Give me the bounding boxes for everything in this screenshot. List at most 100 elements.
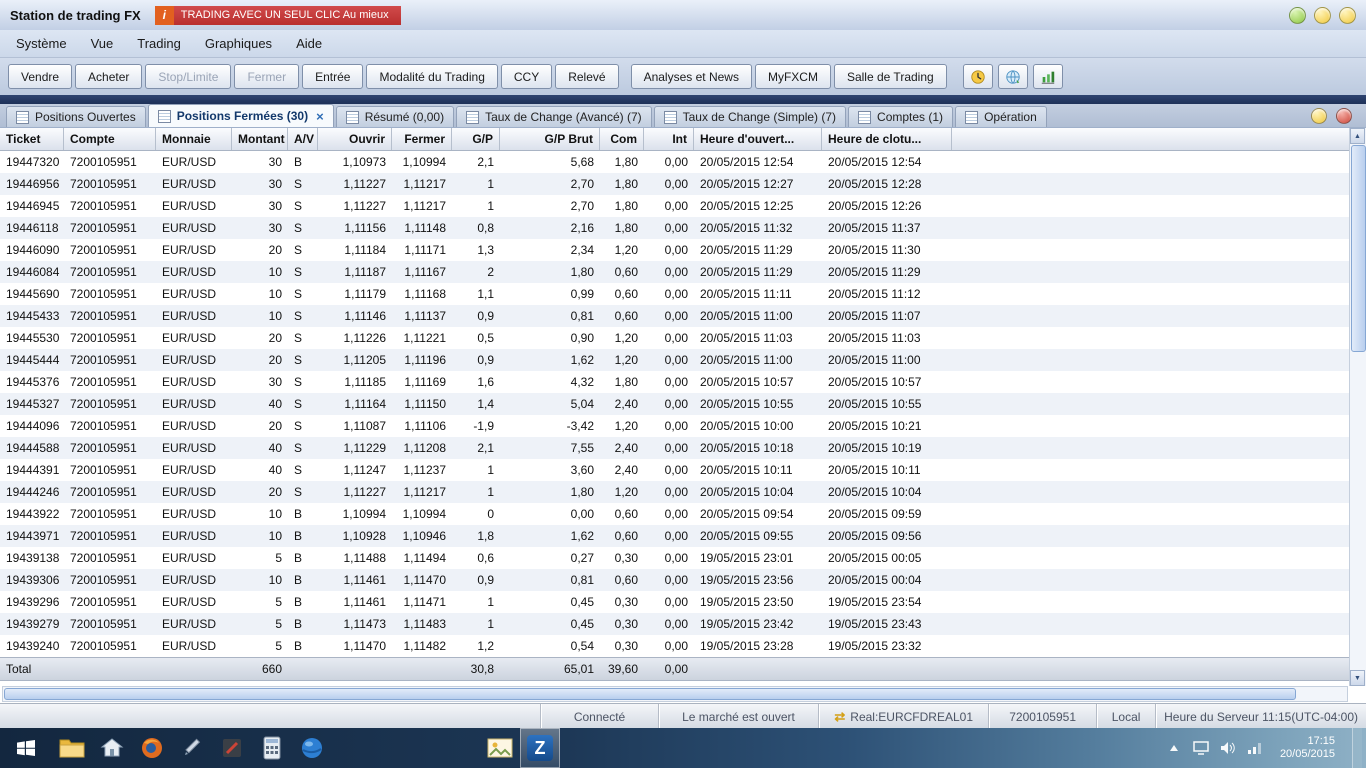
menu-item-trading[interactable]: Trading <box>125 32 193 55</box>
tab-comptes-1[interactable]: Comptes (1) <box>848 106 954 127</box>
column-header-heure-d-ouvert[interactable]: Heure d'ouvert... <box>694 128 822 150</box>
cell: 1 <box>487 617 494 631</box>
toolbar-button-releve[interactable]: Relevé <box>555 64 619 89</box>
tab-positions-ouvertes[interactable]: Positions Ouvertes <box>6 106 146 127</box>
vertical-scroll-thumb[interactable] <box>1351 145 1366 352</box>
table-row[interactable]: 19444588 7200105951 EUR/USD 40 S 1,11229 1,112… <box>0 437 1366 459</box>
column-header-monnaie[interactable]: Monnaie <box>156 128 232 150</box>
cell: 20/05/2015 00:04 <box>828 573 922 587</box>
column-header-compte[interactable]: Compte <box>64 128 156 150</box>
browser-ball-icon[interactable] <box>292 728 332 768</box>
toolbar-button-myfxcm[interactable]: MyFXCM <box>754 64 831 89</box>
calculator-icon[interactable] <box>252 728 292 768</box>
table-row[interactable]: 19443971 7200105951 EUR/USD 10 B 1,10928 1,109… <box>0 525 1366 547</box>
column-header-a-v[interactable]: A/V <box>288 128 318 150</box>
tab-taux-de-change-simple-7[interactable]: Taux de Change (Simple) (7) <box>653 106 847 127</box>
column-header-heure-de-clotu[interactable]: Heure de clotu... <box>822 128 952 150</box>
column-header-com[interactable]: Com <box>600 128 644 150</box>
table-row[interactable]: 19443922 7200105951 EUR/USD 10 B 1,10994 1,109… <box>0 503 1366 525</box>
column-header-int[interactable]: Int <box>644 128 694 150</box>
chart-icon[interactable] <box>1032 64 1063 89</box>
table-row[interactable]: 19444391 7200105951 EUR/USD 40 S 1,11247 1,112… <box>0 459 1366 481</box>
minimize-button[interactable] <box>1289 6 1306 24</box>
hidden-icons-chevron-icon[interactable] <box>1166 740 1182 756</box>
table-row[interactable]: 19444096 7200105951 EUR/USD 20 S 1,11087 1,111… <box>0 415 1366 437</box>
table-row[interactable]: 19446090 7200105951 EUR/USD 20 S 1,11184 1,111… <box>0 239 1366 261</box>
menu-item-vue[interactable]: Vue <box>79 32 126 55</box>
scroll-down-icon[interactable]: ▼ <box>1350 670 1365 686</box>
taskbar-clock[interactable]: 17:15 20/05/2015 <box>1274 735 1341 761</box>
tools-icon[interactable] <box>212 728 252 768</box>
network-icon[interactable] <box>1247 740 1263 756</box>
table-row[interactable]: 19439240 7200105951 EUR/USD 5 B 1,11470 1,1148… <box>0 635 1366 657</box>
column-header-g-p-brut[interactable]: G/P Brut <box>500 128 600 150</box>
column-header-g-p[interactable]: G/P <box>452 128 500 150</box>
toolbar-button-acheter[interactable]: Acheter <box>75 64 143 89</box>
scroll-up-icon[interactable]: ▲ <box>1350 128 1365 144</box>
speaker-icon[interactable] <box>1220 740 1236 756</box>
column-header-ticket[interactable]: Ticket <box>0 128 64 150</box>
horizontal-scroll-thumb[interactable] <box>4 688 1297 700</box>
table-row[interactable]: 19444246 7200105951 EUR/USD 20 S 1,11227 1,112… <box>0 481 1366 503</box>
restore-button[interactable] <box>1314 6 1331 24</box>
table-row[interactable]: 19445530 7200105951 EUR/USD 20 S 1,11226 1,112… <box>0 327 1366 349</box>
firefox-icon[interactable] <box>132 728 172 768</box>
toolbar-button-entree[interactable]: Entrée <box>302 64 364 89</box>
column-header-fermer[interactable]: Fermer <box>392 128 452 150</box>
table-row[interactable]: 19446118 7200105951 EUR/USD 30 S 1,11156 1,111… <box>0 217 1366 239</box>
home-icon[interactable] <box>92 728 132 768</box>
table-row[interactable]: 19445433 7200105951 EUR/USD 10 S 1,11146 1,111… <box>0 305 1366 327</box>
menu-item-systeme[interactable]: Système <box>4 32 79 55</box>
panel-close-button[interactable] <box>1336 107 1352 124</box>
table-row[interactable]: 19445444 7200105951 EUR/USD 20 S 1,11205 1,111… <box>0 349 1366 371</box>
table-row[interactable]: 19439279 7200105951 EUR/USD 5 B 1,11473 1,1148… <box>0 613 1366 635</box>
pen-icon[interactable] <box>172 728 212 768</box>
menu-item-aide[interactable]: Aide <box>284 32 334 55</box>
table-row[interactable]: 19446084 7200105951 EUR/USD 10 S 1,11187 1,111… <box>0 261 1366 283</box>
column-header-montant[interactable]: Montant <box>232 128 288 150</box>
one-click-trading-banner[interactable]: i TRADING AVEC UN SEUL CLIC Au mieux <box>154 5 401 25</box>
cell: 1,11247 <box>343 463 387 477</box>
start-button[interactable] <box>0 728 52 768</box>
cell: 30 <box>268 375 282 389</box>
world-clock-icon[interactable] <box>997 64 1028 89</box>
toolbar-button-analyses-et-news[interactable]: Analyses et News <box>630 64 752 89</box>
toolbar-button-ccy[interactable]: CCY <box>500 64 553 89</box>
table-row[interactable]: 19446956 7200105951 EUR/USD 30 S 1,11227 1,112… <box>0 173 1366 195</box>
tab-resume-0-00[interactable]: Résumé (0,00) <box>335 106 455 127</box>
table-row[interactable]: 19439138 7200105951 EUR/USD 5 B 1,11488 1,1149… <box>0 547 1366 569</box>
file-explorer-icon[interactable] <box>52 728 92 768</box>
show-desktop-button[interactable] <box>1352 728 1362 768</box>
vertical-scrollbar[interactable]: ▲ ▼ <box>1349 128 1366 686</box>
table-row[interactable]: 19445376 7200105951 EUR/USD 30 S 1,11185 1,111… <box>0 371 1366 393</box>
tab-operation[interactable]: Opération <box>955 106 1047 127</box>
table-row[interactable]: 19447320 7200105951 EUR/USD 30 B 1,10973 1,109… <box>0 151 1366 173</box>
tab-positions-fermees-30[interactable]: Positions Fermées (30) × <box>147 104 334 127</box>
cell: 7200105951 <box>70 221 137 235</box>
table-row[interactable]: 19439296 7200105951 EUR/USD 5 B 1,11461 1,1147… <box>0 591 1366 613</box>
table-row[interactable]: 19439306 7200105951 EUR/USD 10 B 1,11461 1,114… <box>0 569 1366 591</box>
cell: S <box>294 375 303 389</box>
toolbar-button-vendre[interactable]: Vendre <box>8 64 73 89</box>
trading-station-app-icon[interactable]: Z <box>520 728 560 768</box>
cell: 7200105951 <box>70 331 137 345</box>
monitor-icon[interactable] <box>1193 740 1209 756</box>
table-row[interactable]: 19445327 7200105951 EUR/USD 40 S 1,11164 1,111… <box>0 393 1366 415</box>
cell: 20 <box>268 331 282 345</box>
horizontal-scrollbar[interactable] <box>2 686 1348 702</box>
info-icon: i <box>154 5 174 25</box>
photos-icon[interactable] <box>480 728 520 768</box>
panel-minimize-button[interactable] <box>1311 107 1327 124</box>
close-button[interactable] <box>1339 6 1356 24</box>
tab-taux-de-change-avance-7[interactable]: Taux de Change (Avancé) (7) <box>456 106 652 127</box>
menu-item-graphiques[interactable]: Graphiques <box>193 32 284 55</box>
table-row[interactable]: 19445690 7200105951 EUR/USD 10 S 1,11179 1,111… <box>0 283 1366 305</box>
cell: 20/05/2015 10:04 <box>700 485 794 499</box>
clock-icon[interactable] <box>962 64 993 89</box>
toolbar-button-modalite-du-trading[interactable]: Modalité du Trading <box>366 64 498 89</box>
tab-close-icon[interactable]: × <box>316 109 324 124</box>
table-row[interactable]: 19446945 7200105951 EUR/USD 30 S 1,11227 1,112… <box>0 195 1366 217</box>
column-header-ouvrir[interactable]: Ouvrir <box>318 128 392 150</box>
toolbar-button-salle-de-trading[interactable]: Salle de Trading <box>833 64 947 89</box>
cell: 19444588 <box>6 441 60 455</box>
